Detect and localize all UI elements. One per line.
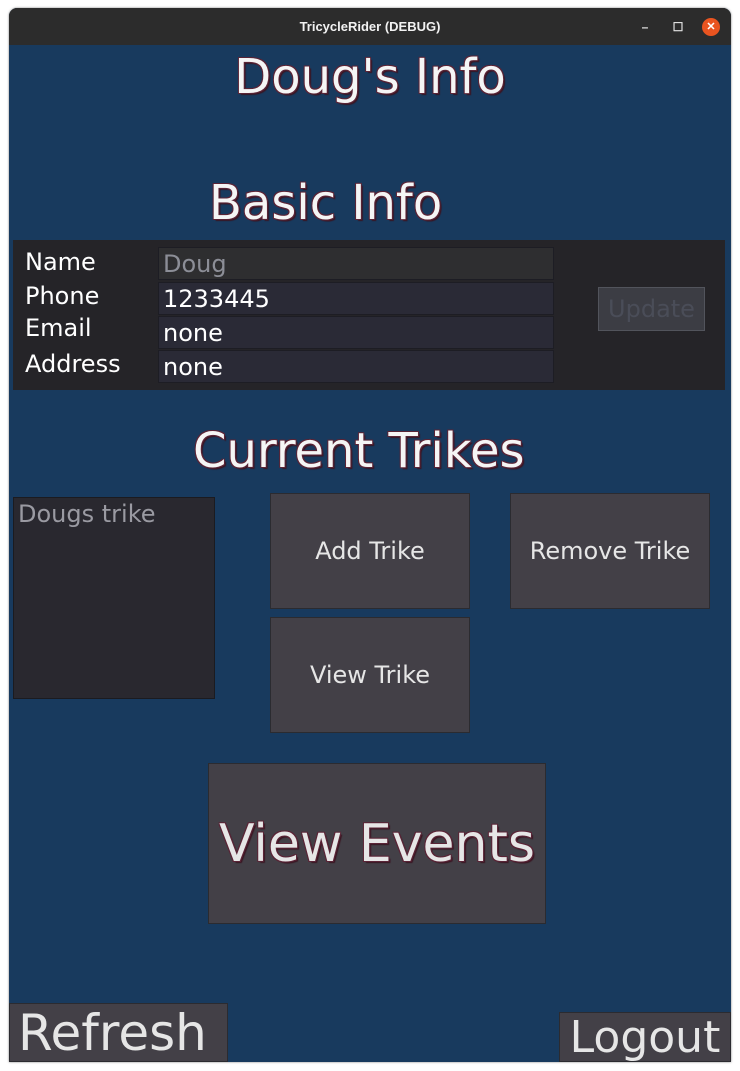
add-trike-button[interactable]: Add Trike — [270, 493, 470, 609]
close-icon[interactable]: ✕ — [702, 18, 720, 36]
view-events-button[interactable]: View Events — [208, 763, 546, 924]
address-label: Address — [25, 350, 121, 378]
update-button[interactable]: Update — [598, 287, 705, 331]
title-bar[interactable]: TricycleRider (DEBUG) – ☐ ✕ — [9, 8, 731, 45]
window-title: TricycleRider (DEBUG) — [299, 19, 441, 34]
address-field[interactable]: none — [158, 350, 554, 383]
name-label: Name — [25, 248, 96, 276]
email-label: Email — [25, 314, 92, 342]
current-trikes-heading: Current Trikes — [193, 423, 525, 479]
remove-trike-button[interactable]: Remove Trike — [510, 493, 710, 609]
list-item[interactable]: Dougs trike — [18, 500, 156, 528]
page-title: Doug's Info — [234, 49, 506, 105]
name-field: Doug — [158, 247, 554, 280]
phone-field[interactable]: 1233445 — [158, 282, 554, 315]
minimize-icon[interactable]: – — [636, 18, 654, 36]
app-window: TricycleRider (DEBUG) – ☐ ✕ Doug's Info … — [9, 8, 731, 1062]
email-field[interactable]: none — [158, 316, 554, 349]
trike-list[interactable]: Dougs trike — [13, 497, 215, 699]
refresh-button[interactable]: Refresh — [9, 1003, 228, 1062]
phone-label: Phone — [25, 282, 100, 310]
main-content: Doug's Info Basic Info Name Phone Email … — [9, 45, 731, 1062]
view-trike-button[interactable]: View Trike — [270, 617, 470, 733]
logout-button[interactable]: Logout — [559, 1012, 731, 1062]
basic-info-heading: Basic Info — [209, 175, 443, 231]
maximize-icon[interactable]: ☐ — [669, 18, 687, 36]
